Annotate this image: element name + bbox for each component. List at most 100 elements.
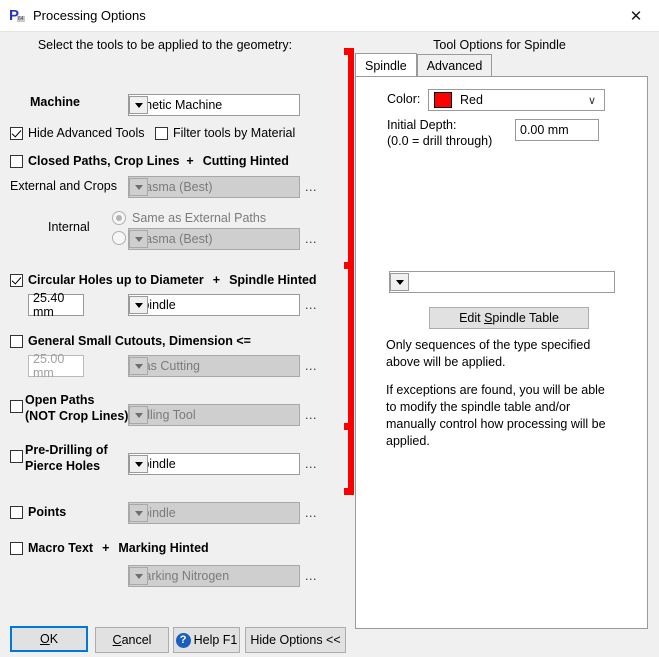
pre-drilling-checkbox[interactable] bbox=[10, 450, 23, 463]
machine-combobox-value: Kinetic Machine bbox=[134, 98, 223, 112]
tab-spindle[interactable]: Spindle bbox=[355, 53, 417, 76]
open-paths-ellipsis-button[interactable]: ... bbox=[305, 408, 317, 422]
points-checkbox-row[interactable]: Points bbox=[10, 505, 66, 519]
tab-spindle-label: Spindle bbox=[365, 58, 407, 73]
initial-depth-value: 0.00 mm bbox=[520, 123, 569, 137]
macro-text-checkbox[interactable] bbox=[10, 541, 23, 555]
chevron-down-icon[interactable] bbox=[390, 273, 409, 291]
closed-paths-plus: + bbox=[186, 154, 194, 168]
internal-tool-combobox[interactable]: Plasma (Best) bbox=[128, 228, 300, 250]
pre-drilling-checkbox-row[interactable] bbox=[10, 450, 23, 463]
general-small-cutouts-checkbox-row[interactable]: General Small Cutouts, Dimension <= bbox=[10, 334, 251, 348]
machine-label: Machine bbox=[30, 95, 81, 109]
cancel-button-label: Cancel bbox=[112, 633, 152, 647]
note1-line2: above will be applied. bbox=[386, 355, 506, 369]
hide-advanced-tools-checkbox[interactable] bbox=[10, 126, 23, 140]
help-button[interactable]: ? Help F1 bbox=[173, 627, 240, 653]
pre-drilling-tool-combobox[interactable]: Spindle bbox=[128, 453, 300, 475]
points-checkbox[interactable] bbox=[10, 505, 23, 519]
open-paths-checkbox[interactable] bbox=[10, 400, 23, 413]
red-annotation-dot-middle bbox=[344, 262, 349, 269]
circular-holes-tool-combobox[interactable]: Spindle bbox=[128, 294, 300, 316]
cancel-button[interactable]: Cancel bbox=[95, 627, 169, 653]
initial-depth-input[interactable]: 0.00 mm bbox=[515, 119, 599, 141]
circular-holes-checkbox-row[interactable]: Circular Holes up to Diameter + Spindle … bbox=[10, 273, 317, 287]
pre-drilling-tool-value: Spindle bbox=[134, 457, 176, 471]
filter-tools-by-material-checkbox-row[interactable]: Filter tools by Material bbox=[155, 126, 295, 140]
circular-holes-label: Circular Holes up to Diameter bbox=[28, 273, 204, 287]
red-annotation-dot-bottom bbox=[344, 488, 349, 495]
open-paths-tool-combobox[interactable]: Milling Tool bbox=[128, 404, 300, 426]
internal-tool-ellipsis-button[interactable]: ... bbox=[305, 232, 317, 246]
hide-advanced-tools-checkbox-row[interactable]: Hide Advanced Tools bbox=[10, 126, 145, 140]
macro-text-tool-combobox[interactable]: Marking Nitrogen bbox=[128, 565, 300, 587]
macro-text-plus: + bbox=[102, 541, 110, 555]
color-combobox[interactable]: Red ∨ bbox=[428, 89, 605, 111]
general-small-cutouts-ellipsis-button[interactable]: ... bbox=[305, 359, 317, 373]
open-paths-label-line2: (NOT Crop Lines) bbox=[25, 409, 129, 423]
filter-tools-by-material-checkbox[interactable] bbox=[155, 126, 168, 140]
internal-same-as-external-radio-row[interactable]: Same as External Paths bbox=[112, 211, 266, 225]
note2-line3: manually control how processing will be bbox=[386, 417, 606, 431]
closed-paths-checkbox[interactable] bbox=[10, 154, 23, 168]
tab-advanced[interactable]: Advanced bbox=[416, 54, 493, 76]
internal-custom-radio[interactable] bbox=[112, 231, 126, 245]
general-small-cutouts-checkbox[interactable] bbox=[10, 334, 23, 348]
circular-holes-ellipsis-button[interactable]: ... bbox=[305, 298, 317, 312]
circular-holes-checkbox[interactable] bbox=[10, 273, 23, 287]
closed-paths-checkbox-row[interactable]: Closed Paths, Crop Lines + Cutting Hinte… bbox=[10, 154, 289, 168]
edit-spindle-table-label: Edit Spindle Table bbox=[459, 311, 559, 325]
points-label: Points bbox=[28, 505, 67, 519]
ok-button[interactable]: OK bbox=[10, 626, 88, 652]
chevron-down-icon[interactable] bbox=[129, 455, 148, 473]
points-tool-combobox[interactable]: Spindle bbox=[128, 502, 300, 524]
chevron-down-icon[interactable] bbox=[129, 357, 148, 375]
internal-same-as-external-radio[interactable] bbox=[112, 211, 126, 225]
help-button-label: Help F1 bbox=[193, 633, 238, 647]
edit-spindle-table-button[interactable]: Edit Spindle Table bbox=[429, 307, 589, 329]
red-annotation-dot-top bbox=[344, 48, 349, 55]
tool-options-title: Tool Options for Spindle bbox=[433, 38, 566, 52]
note2-line1: If exceptions are found, you will be abl… bbox=[386, 383, 605, 397]
machine-combobox[interactable]: Kinetic Machine bbox=[128, 94, 300, 116]
sequence-combobox[interactable]: * bbox=[389, 271, 615, 293]
ok-button-label: OK bbox=[39, 632, 59, 646]
chevron-down-icon[interactable] bbox=[129, 504, 148, 522]
chevron-down-icon[interactable]: ∨ bbox=[588, 94, 596, 107]
external-and-crops-ellipsis-button[interactable]: ... bbox=[305, 180, 317, 194]
internal-custom-radio-row[interactable] bbox=[112, 231, 126, 245]
close-icon[interactable]: ✕ bbox=[613, 0, 659, 31]
circular-holes-plus: + bbox=[212, 273, 221, 287]
chevron-down-icon[interactable] bbox=[129, 96, 148, 114]
chevron-down-icon[interactable] bbox=[129, 406, 148, 424]
open-paths-checkbox-row[interactable] bbox=[10, 400, 23, 413]
open-paths-tool-value: Milling Tool bbox=[134, 408, 196, 422]
macro-text-checkbox-row[interactable]: Macro Text + Marking Hinted bbox=[10, 541, 209, 555]
window-title: Processing Options bbox=[33, 8, 146, 23]
pre-drilling-ellipsis-button[interactable]: ... bbox=[305, 457, 317, 471]
color-swatch bbox=[434, 92, 452, 108]
points-tool-value: Spindle bbox=[134, 506, 176, 520]
color-combobox-value: Red bbox=[460, 93, 483, 107]
internal-same-as-external-label: Same as External Paths bbox=[132, 211, 267, 225]
chevron-down-icon[interactable] bbox=[129, 230, 148, 248]
app-icon: P 64 bbox=[9, 8, 25, 24]
tools-pane: Select the tools to be applied to the ge… bbox=[0, 32, 340, 632]
points-ellipsis-button[interactable]: ... bbox=[305, 506, 317, 520]
external-and-crops-combobox[interactable]: Plasma (Best) bbox=[128, 176, 300, 198]
red-annotation-dot-lower bbox=[344, 423, 349, 430]
general-small-cutouts-tool-combobox[interactable]: Gas Cutting bbox=[128, 355, 300, 377]
chevron-down-icon[interactable] bbox=[129, 567, 148, 585]
spindle-tab-panel: Color: Red ∨ Initial Depth: (0.0 = drill… bbox=[355, 76, 648, 629]
general-small-cutouts-dimension-input[interactable]: 25.00 mm bbox=[28, 352, 84, 380]
chevron-down-icon[interactable] bbox=[129, 296, 148, 314]
initial-depth-label-line2: (0.0 = drill through) bbox=[387, 134, 493, 148]
note2-line2: to modify the spindle table and/or bbox=[386, 400, 571, 414]
circular-holes-diameter-input[interactable]: 25.40 mm bbox=[28, 291, 84, 319]
internal-label: Internal bbox=[48, 220, 90, 234]
closed-paths-hint: Cutting Hinted bbox=[202, 154, 289, 168]
macro-text-ellipsis-button[interactable]: ... bbox=[305, 569, 317, 583]
hide-options-button[interactable]: Hide Options << bbox=[245, 627, 346, 653]
tools-pane-header: Select the tools to be applied to the ge… bbox=[37, 38, 293, 52]
chevron-down-icon[interactable] bbox=[129, 178, 148, 196]
